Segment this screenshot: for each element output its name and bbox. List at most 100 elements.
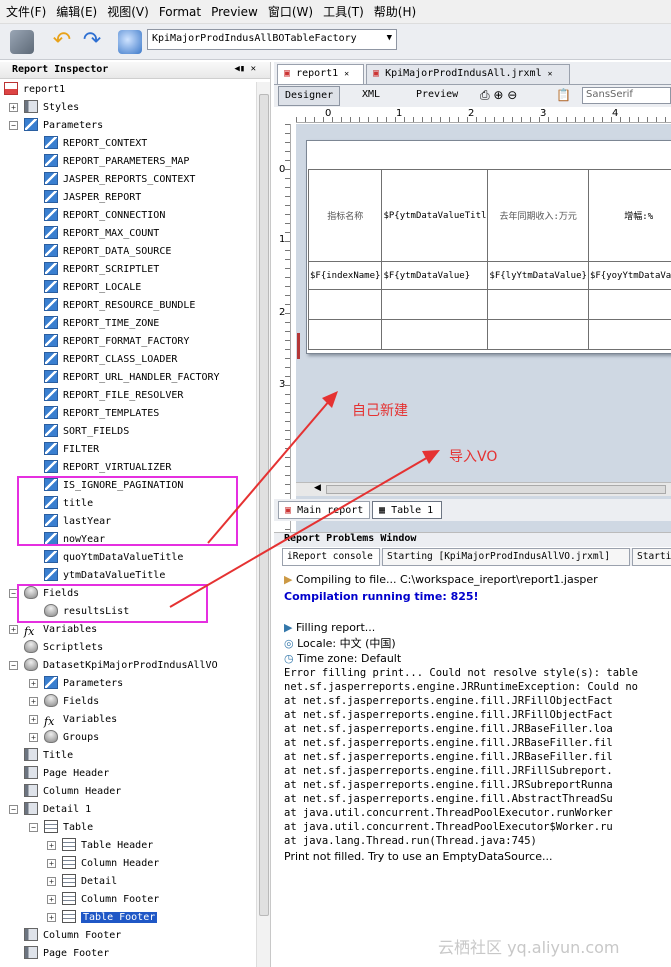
zoom-icons[interactable]: ⎙ ⊕ ⊖ [480,88,517,103]
tree-param-item[interactable]: REPORT_CONNECTION [44,208,165,224]
expand-icon[interactable]: + [9,103,18,112]
menu-preview[interactable]: Preview [211,5,258,19]
datasource-icon[interactable] [118,30,142,54]
tree-param-item[interactable]: REPORT_DATA_SOURCE [44,244,171,260]
detail-cell[interactable]: $F{indexName} [307,261,383,290]
tree-page-header[interactable]: Page Header [24,766,109,782]
expand-icon[interactable]: + [29,697,38,706]
undo-icon[interactable]: ↶ [50,30,74,54]
tree-column-header[interactable]: Column Header [24,784,121,800]
expand-icon[interactable]: + [47,913,56,922]
tree-detail1[interactable]: − Detail 1 [9,802,91,818]
redo-icon[interactable]: ↷ [80,30,104,54]
tree-styles[interactable]: + Styles [9,100,79,116]
expand-icon[interactable]: + [29,679,38,688]
menu-file[interactable]: 文件(F) [6,3,46,20]
tree-ds-groups[interactable]: + Groups [29,730,99,746]
tree-variables[interactable]: + fx Variables [9,622,97,638]
tree-param-item[interactable]: REPORT_CLASS_LOADER [44,352,177,368]
tree-ds-fields[interactable]: + Fields [29,694,99,710]
tree-param-item[interactable]: REPORT_TEMPLATES [44,406,159,422]
inspector-scrollbar[interactable] [256,82,270,967]
header-cell[interactable]: 去年同期收入:万元 [487,169,589,262]
collapse-icon[interactable]: − [29,823,38,832]
detail-cell[interactable]: $F{ytmDataValue} [381,261,489,290]
report-canvas[interactable]: 指标名称 $P{ytmDataValueTitl 去年同期收入:万元 增幅:% … [296,124,671,542]
tree-param-item[interactable]: REPORT_PARAMETERS_MAP [44,154,189,170]
tree-root[interactable]: report1 [4,82,65,98]
scroll-thumb[interactable] [326,485,666,494]
tree-table[interactable]: − Table [29,820,93,836]
expand-icon[interactable]: + [29,715,38,724]
tree-param-item[interactable]: REPORT_CONTEXT [44,136,147,152]
menu-window[interactable]: 窗口(W) [268,3,313,20]
tree-param-item[interactable]: REPORT_MAX_COUNT [44,226,159,242]
collapse-icon[interactable]: − [9,661,18,670]
tree-param-item[interactable]: SORT_FIELDS [44,424,129,440]
designer-button[interactable]: Designer [278,86,341,106]
datasource-combo[interactable]: KpiMajorProdIndusAllBOTableFactory ▼ [147,29,397,50]
tree-scriptlets[interactable]: Scriptlets [24,640,103,656]
menu-help[interactable]: 帮助(H) [374,3,416,20]
menu-view[interactable]: 视图(V) [107,3,149,20]
header-cell[interactable]: 增幅:% [587,169,671,262]
tree-param-item[interactable]: REPORT_LOCALE [44,280,141,296]
menu-format[interactable]: Format [159,5,201,19]
tab-ireport-console[interactable]: iReport console [282,548,380,566]
tree-param-item[interactable]: REPORT_FILE_RESOLVER [44,388,183,404]
scroll-thumb[interactable] [259,94,269,916]
panel-controls-icon[interactable]: ◀▮ ✕ [234,64,256,74]
expand-icon[interactable]: + [47,877,56,886]
tab-starting-more[interactable]: Startin [632,548,671,566]
menu-edit[interactable]: 编辑(E) [56,3,97,20]
expand-icon[interactable]: + [9,625,18,634]
tree-ds-parameters[interactable]: + Parameters [29,676,123,692]
tree-param-item[interactable]: ytmDataValueTitle [44,568,165,584]
tab-report1[interactable]: ▣ report1 ✕ [277,64,364,84]
tree-param-item[interactable]: FILTER [44,442,99,458]
collapse-icon[interactable]: − [9,805,18,814]
header-cell[interactable]: $P{ytmDataValueTitl [381,169,489,262]
tree-param-item[interactable]: quoYtmDataValueTitle [44,550,183,566]
header-cell[interactable]: 指标名称 [307,169,383,262]
canvas-hscroll[interactable]: ◀ [296,482,671,496]
tree-table-header[interactable]: + Table Header [47,838,153,854]
tree-ds-variables[interactable]: + fx Variables [29,712,117,728]
tree-parameters[interactable]: − Parameters [9,118,103,134]
tab-jrxml[interactable]: ▣ KpiMajorProdIndusAll.jrxml ✕ [366,64,570,84]
tree-title-band[interactable]: Title [24,748,73,764]
xml-button[interactable]: XML [356,86,386,106]
scroll-left-icon[interactable]: ◀ [314,483,321,493]
tree-param-item[interactable]: REPORT_FORMAT_FACTORY [44,334,189,350]
tree-table-column-footer[interactable]: + Column Footer [47,892,159,908]
tree-page-footer[interactable]: Page Footer [24,946,109,962]
tree-table-column-header[interactable]: + Column Header [47,856,159,872]
tree-param-item[interactable]: JASPER_REPORTS_CONTEXT [44,172,195,188]
tree-dataset[interactable]: − DatasetKpiMajorProdIndusAllVO [9,658,218,674]
expand-icon[interactable]: + [47,859,56,868]
save-all-icon[interactable] [10,30,34,54]
clipboard-icon[interactable]: 📋 [556,88,571,102]
band-marker[interactable] [297,333,300,359]
report-table[interactable]: 指标名称 $P{ytmDataValueTitl 去年同期收入:万元 增幅:% … [307,169,671,350]
tab-table1[interactable]: ▦ Table 1 [372,501,442,519]
expand-icon[interactable]: + [47,895,56,904]
tree-table-footer[interactable]: + Table Footer [47,910,158,926]
tree-param-item[interactable]: JASPER_REPORT [44,190,141,206]
expand-icon[interactable]: + [47,841,56,850]
close-icon[interactable]: ✕ [344,69,349,78]
tree-param-item[interactable]: REPORT_SCRIPTLET [44,262,159,278]
close-icon[interactable]: ✕ [548,69,553,78]
tree-param-item[interactable]: REPORT_RESOURCE_BUNDLE [44,298,195,314]
detail-cell[interactable]: $F{lyYtmDataValue} [487,261,589,290]
tree-param-item[interactable]: REPORT_URL_HANDLER_FACTORY [44,370,220,386]
tree-param-item[interactable]: REPORT_VIRTUALIZER [44,460,171,476]
expand-icon[interactable]: + [29,733,38,742]
tab-starting-vo[interactable]: Starting [KpiMajorProdIndusAllVO.jrxml] [382,548,630,566]
preview-button[interactable]: Preview [410,86,464,106]
chevron-down-icon[interactable]: ▼ [387,33,392,43]
detail-cell[interactable]: $F{yoyYtmDataValue [587,261,671,290]
tree-column-footer[interactable]: Column Footer [24,928,121,944]
menu-tools[interactable]: 工具(T) [323,3,364,20]
collapse-icon[interactable]: − [9,121,18,130]
